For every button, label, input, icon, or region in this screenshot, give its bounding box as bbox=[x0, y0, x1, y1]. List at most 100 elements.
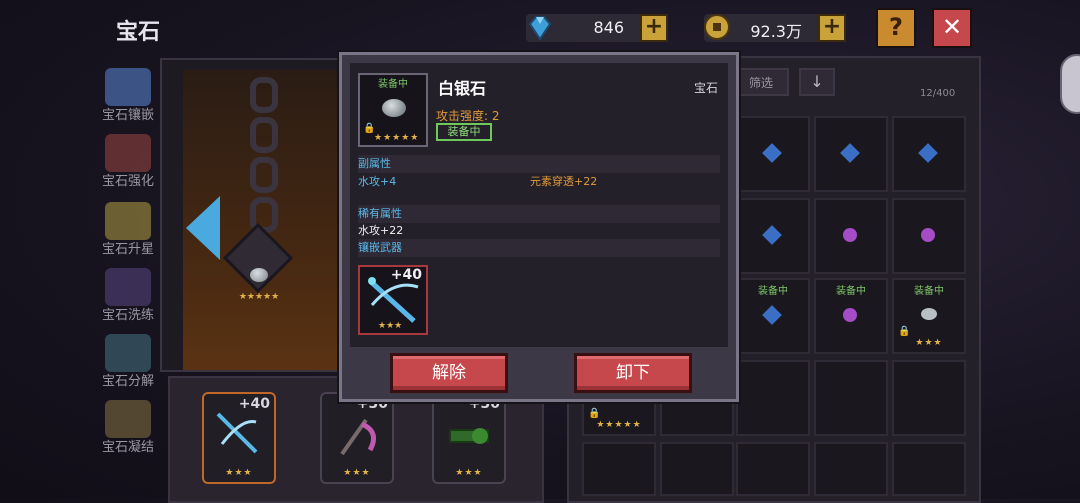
lock-icon: 🔒 bbox=[588, 408, 601, 419]
gem-cell[interactable] bbox=[660, 442, 734, 496]
filter-button[interactable]: 筛选 bbox=[733, 68, 789, 96]
weapon-stars: ★★★ bbox=[225, 468, 253, 478]
gem-cell[interactable]: 装备中 🔒 ★★★ bbox=[892, 278, 966, 354]
sidebar-item-label: 宝石凝结 bbox=[101, 440, 154, 455]
blue-gem-icon bbox=[840, 143, 860, 163]
weapon-stars: ★★★ bbox=[343, 468, 371, 478]
rare-title-row: 稀有属性 bbox=[358, 205, 720, 223]
gem-cell[interactable] bbox=[892, 442, 966, 496]
purple-gem-icon bbox=[843, 308, 857, 322]
gem-stars: ★★★★★ bbox=[596, 420, 642, 430]
side-tab-handle[interactable] bbox=[1060, 54, 1080, 114]
gold-coin-icon bbox=[704, 14, 730, 40]
socket-stars: ★★★★★ bbox=[238, 292, 280, 302]
diamond-counter: 846 + bbox=[526, 14, 668, 42]
rare-title: 稀有属性 bbox=[358, 207, 402, 220]
decompose-icon bbox=[105, 334, 151, 372]
purple-gem-icon bbox=[921, 228, 935, 242]
gem-inlay-icon bbox=[105, 68, 151, 106]
gem-cell[interactable] bbox=[892, 198, 966, 274]
purple-gem-icon bbox=[843, 228, 857, 242]
lock-icon: 🔒 bbox=[898, 326, 911, 337]
sidebar-item-gem-inlay[interactable]: 宝石镶嵌 bbox=[99, 66, 157, 126]
gem-type: 宝石 bbox=[693, 81, 718, 95]
gun-icon bbox=[449, 428, 489, 444]
sidebar-item-label: 宝石强化 bbox=[101, 174, 154, 189]
rare-attr: 水攻+22 bbox=[358, 224, 404, 237]
silver-stone-icon bbox=[382, 99, 406, 117]
inlaid-weapon-label: 镶嵌武器 bbox=[358, 241, 402, 254]
gem-icon-box: 装备中 🔒 ★★★★★ bbox=[358, 73, 428, 147]
unequip-button[interactable]: 卸下 bbox=[574, 353, 692, 393]
gem-stars: ★★★★★ bbox=[374, 133, 420, 143]
weapon-slot[interactable]: +30 ★★★ bbox=[320, 392, 394, 484]
equipped-tag: 装备中 bbox=[436, 123, 492, 141]
sidebar-item-label: 宝石分解 bbox=[101, 374, 154, 389]
equipped-badge: 装备中 bbox=[836, 286, 866, 297]
equipped-badge: 装备中 bbox=[914, 286, 944, 297]
add-diamonds-button[interactable]: + bbox=[640, 14, 668, 42]
reroll-icon bbox=[105, 268, 151, 306]
sidebar-item-label: 宝石洗练 bbox=[101, 308, 154, 323]
diamond-amount: 846 bbox=[593, 18, 624, 37]
crossbow-icon bbox=[216, 412, 258, 454]
gem-cell[interactable]: 装备中 bbox=[736, 278, 810, 354]
scythe-icon bbox=[340, 418, 377, 456]
inlaid-weapon[interactable]: +40 ★★★ bbox=[358, 265, 428, 335]
weapon-stars: ★★★ bbox=[455, 468, 483, 478]
sidebar-item-gem-condense[interactable]: 宝石凝结 bbox=[99, 398, 157, 458]
sidebar-item-label: 宝石升星 bbox=[101, 242, 154, 257]
gem-cell[interactable] bbox=[892, 116, 966, 192]
sidebar-item-gem-enhance[interactable]: 宝石强化 bbox=[99, 132, 157, 192]
hammer-icon bbox=[105, 134, 151, 172]
rare-attr-row: 水攻+22 bbox=[358, 222, 720, 240]
gem-cell[interactable] bbox=[814, 198, 888, 274]
gem-cell[interactable] bbox=[582, 442, 656, 496]
equipped-badge: 装备中 bbox=[758, 286, 788, 297]
blue-gem-icon bbox=[762, 305, 782, 325]
secondary-title: 副属性 bbox=[358, 157, 391, 170]
blue-gem-icon bbox=[918, 143, 938, 163]
inlaid-weapon-row: 镶嵌武器 bbox=[358, 239, 720, 257]
arrow-left-icon[interactable] bbox=[186, 196, 220, 260]
remove-button[interactable]: 解除 bbox=[390, 353, 508, 393]
condense-icon bbox=[105, 400, 151, 438]
secondary-title-row: 副属性 bbox=[358, 155, 720, 173]
close-button[interactable]: ✕ bbox=[932, 8, 972, 48]
gem-cell[interactable] bbox=[736, 442, 810, 496]
inventory-count: 12/400 bbox=[920, 88, 956, 99]
sidebar-item-gem-decompose[interactable]: 宝石分解 bbox=[99, 332, 157, 392]
sidebar: 宝石镶嵌 宝石强化 宝石升星 宝石洗练 宝石分解 宝石凝结 bbox=[99, 66, 157, 466]
sidebar-item-gem-star-up[interactable]: 宝石升星 bbox=[99, 200, 157, 260]
gem-cell[interactable] bbox=[814, 442, 888, 496]
sidebar-item-gem-reroll[interactable]: 宝石洗练 bbox=[99, 266, 157, 326]
blue-gem-icon bbox=[762, 143, 782, 163]
gem-cell[interactable] bbox=[736, 360, 810, 436]
socketed-gem[interactable] bbox=[250, 268, 268, 282]
secondary-attr: 水攻+4 bbox=[358, 175, 397, 188]
gem-cell[interactable] bbox=[814, 116, 888, 192]
secondary-attr-row: 水攻+4 元素穿透+22 bbox=[358, 173, 720, 191]
help-button[interactable]: ? bbox=[876, 8, 916, 48]
weapon-slot[interactable]: +40 ★★★ bbox=[202, 392, 276, 484]
sidebar-item-label: 宝石镶嵌 bbox=[101, 108, 154, 123]
gold-amount: 92.3万 bbox=[750, 22, 802, 41]
gold-counter: 92.3万 + bbox=[704, 14, 846, 42]
gem-stars: ★★★ bbox=[915, 338, 943, 348]
gem-cell[interactable] bbox=[736, 198, 810, 274]
gem-cell[interactable] bbox=[736, 116, 810, 192]
add-gold-button[interactable]: + bbox=[818, 14, 846, 42]
gem-cell[interactable] bbox=[814, 360, 888, 436]
gem-cell[interactable] bbox=[892, 360, 966, 436]
silver-stone-icon bbox=[921, 308, 937, 320]
gem-name: 白银石 bbox=[438, 79, 487, 98]
secondary-attr: 元素穿透+22 bbox=[530, 175, 598, 188]
gem-detail-body: 装备中 🔒 ★★★★★ 白银石 宝石 攻击强度: 2 装备中 副属性 水攻+4 … bbox=[350, 63, 728, 347]
equipped-badge: 装备中 bbox=[378, 79, 408, 90]
weapon-stars: ★★★ bbox=[378, 321, 403, 331]
gem-cell[interactable]: 装备中 bbox=[814, 278, 888, 354]
sort-button[interactable]: ↓ bbox=[799, 68, 835, 96]
page-title: 宝石 bbox=[116, 20, 161, 45]
diamond-icon bbox=[528, 16, 552, 41]
weapon-slot[interactable]: +30 ★★★ bbox=[432, 392, 506, 484]
